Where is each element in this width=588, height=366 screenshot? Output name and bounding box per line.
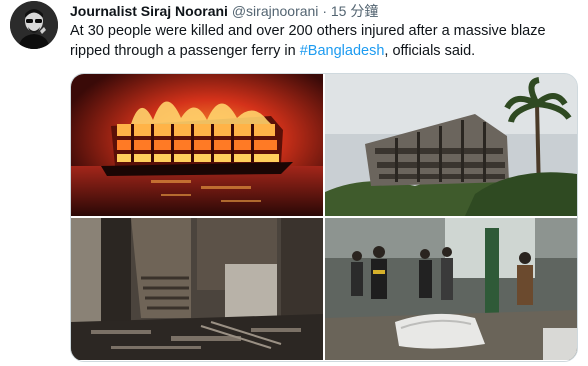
separator-dot: ·	[322, 3, 327, 19]
burning-ferry-night-photo-icon	[71, 74, 323, 216]
charred-interior-photo-icon	[71, 218, 323, 360]
media-grid	[70, 73, 578, 362]
display-name[interactable]: Journalist Siraj Noorani	[70, 3, 228, 19]
photo-burning-ferry[interactable]	[71, 74, 323, 216]
tweet-header: Journalist Siraj Noorani @sirajnoorani ·…	[70, 2, 578, 20]
hashtag-link[interactable]: #Bangladesh	[300, 43, 385, 59]
tweet-text: At 30 people were killed and over 200 ot…	[70, 21, 575, 61]
avatar[interactable]	[10, 1, 58, 49]
user-handle[interactable]: @sirajnoorani	[232, 3, 319, 19]
photo-burnt-ferry[interactable]	[325, 74, 577, 216]
photo-charred-interior[interactable]	[71, 218, 323, 360]
photo-rescue-workers[interactable]	[325, 218, 577, 360]
tweet-text-end: , officials said.	[384, 43, 476, 59]
rescue-workers-photo-icon	[325, 218, 577, 360]
avatar-silhouette-icon	[10, 1, 58, 49]
burnt-ferry-daylight-photo-icon	[325, 74, 577, 216]
tweet-timestamp[interactable]: 15 分鐘	[331, 3, 378, 19]
